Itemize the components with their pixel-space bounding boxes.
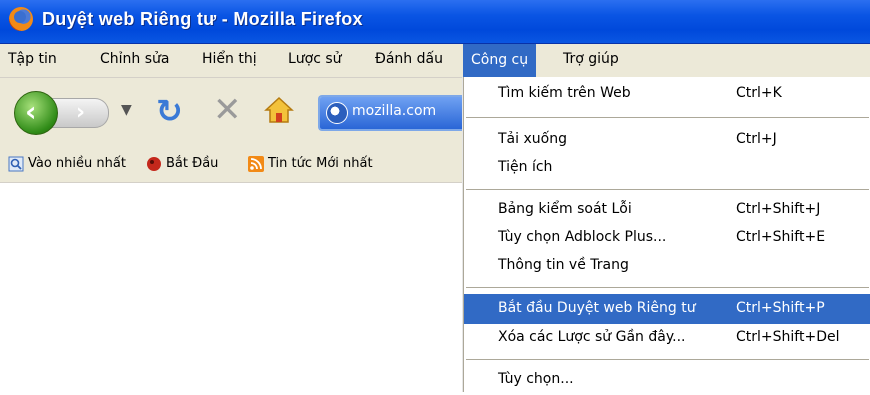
rss-feed-icon [248, 156, 264, 172]
menu-history[interactable]: Lược sử [288, 51, 342, 67]
navigation-toolbar: › ‹ ▼ ↻ ✕ mozilla.com [0, 78, 470, 146]
forward-button[interactable]: › [52, 98, 109, 128]
smart-bookmark-icon [8, 156, 24, 172]
menu-bookmarks[interactable]: Đánh dấu [375, 51, 443, 67]
menu-separator [466, 117, 869, 118]
title-bar: Duyệt web Riêng tư - Mozilla Firefox [0, 0, 870, 44]
firefox-icon [9, 7, 33, 31]
bookmark-most-visited[interactable]: Vào nhiều nhất [28, 156, 126, 171]
menu-item-page-info[interactable]: Thông tin về Trang [464, 251, 870, 281]
menu-separator [466, 287, 869, 288]
menu-separator [466, 189, 869, 190]
menu-item-addons[interactable]: Tiện ích [464, 153, 870, 183]
menu-item-options[interactable]: Tùy chọn... [464, 365, 870, 395]
url-text: mozilla.com [352, 103, 437, 119]
menu-view[interactable]: Hiển thị [202, 51, 257, 67]
window-title: Duyệt web Riêng tư - Mozilla Firefox [42, 9, 363, 29]
menu-edit[interactable]: Chỉnh sửa [100, 51, 169, 67]
bookmark-latest-headlines[interactable]: Tin tức Mới nhất [268, 156, 373, 171]
home-icon[interactable] [264, 95, 294, 125]
getting-started-icon [147, 157, 161, 171]
bookmark-getting-started[interactable]: Bắt Đầu [166, 156, 218, 171]
back-button[interactable]: ‹ [14, 91, 58, 135]
site-identity-button[interactable]: mozilla.com [320, 97, 470, 129]
back-arrow-icon: ‹ [25, 95, 37, 128]
menu-item-downloads[interactable]: Tải xuống Ctrl+J [464, 125, 870, 155]
history-dropdown-icon[interactable]: ▼ [121, 102, 132, 118]
bookmarks-toolbar: Vào nhiều nhất Bắt Đầu Tin tức Mới nhất [0, 146, 462, 183]
globe-icon [326, 102, 348, 124]
menu-separator [466, 359, 869, 360]
menu-file[interactable]: Tập tin [8, 51, 57, 67]
reload-icon[interactable]: ↻ [156, 92, 183, 130]
menu-help[interactable]: Trợ giúp [563, 51, 619, 67]
menu-item-web-search[interactable]: Tìm kiếm trên Web Ctrl+K [464, 79, 870, 109]
menu-tools[interactable]: Công cụ [463, 44, 537, 77]
menu-item-adblock-options[interactable]: Tùy chọn Adblock Plus... Ctrl+Shift+E [464, 223, 870, 253]
tools-menu: Tìm kiếm trên Web Ctrl+K Tải xuống Ctrl+… [463, 77, 870, 392]
menu-item-clear-history[interactable]: Xóa các Lược sử Gần đây... Ctrl+Shift+De… [464, 323, 870, 353]
menu-item-private-browsing[interactable]: Bắt đầu Duyệt web Riêng tư Ctrl+Shift+P [464, 294, 870, 324]
url-bar[interactable]: mozilla.com [318, 95, 470, 131]
menu-item-error-console[interactable]: Bảng kiểm soát Lỗi Ctrl+Shift+J [464, 195, 870, 225]
menu-bar: Tập tin Chỉnh sửa Hiển thị Lược sử Đánh … [0, 44, 870, 78]
stop-icon[interactable]: ✕ [213, 90, 242, 130]
forward-arrow-icon: › [76, 100, 86, 125]
